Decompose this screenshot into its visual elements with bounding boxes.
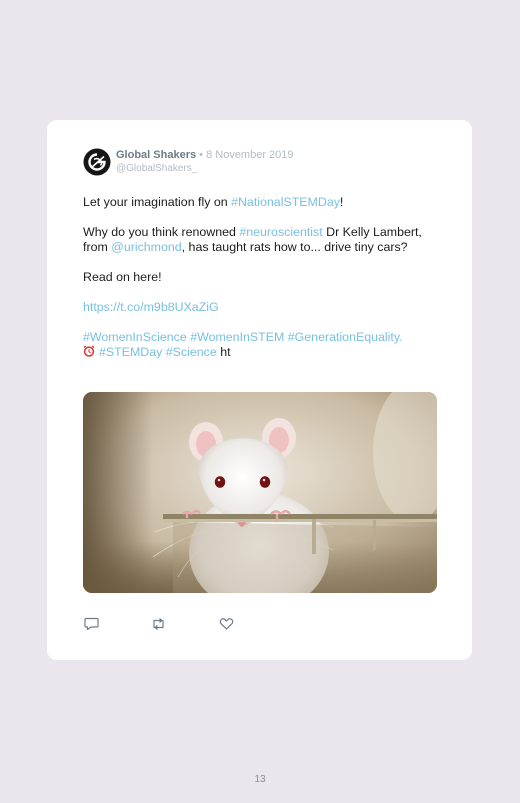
tweet-paragraph: Why do you think renowned #neuroscientis… [83, 225, 433, 255]
tweet-date[interactable]: 8 November 2019 [206, 149, 293, 161]
hashtag-links[interactable]: #STEMDay #Science [99, 345, 217, 359]
mention-link[interactable]: @urichmond [111, 240, 181, 254]
tweet-photo-rat[interactable] [83, 392, 437, 593]
tweet-actions [83, 616, 283, 632]
retweet-icon[interactable] [150, 616, 167, 632]
tweet-paragraph: Read on here! [83, 270, 162, 284]
text-span: ht [216, 345, 231, 359]
heart-icon[interactable] [218, 616, 235, 632]
url-link[interactable]: https://t.co/m9b8UXaZiG [83, 300, 219, 314]
page-number: 13 [254, 774, 266, 785]
author-name[interactable]: Global Shakers [116, 149, 196, 161]
author-handle[interactable]: @GlobalShakers_ [116, 163, 197, 174]
reply-icon[interactable] [83, 616, 100, 632]
hashtag-link[interactable]: #neuroscientist [239, 225, 322, 239]
tweet-paragraph: Let your imagination fly on #NationalSTE… [83, 195, 433, 210]
alarm-clock-icon [83, 345, 95, 357]
tweet-paragraph: #WomenInScience #WomenInSTEM #Generation… [83, 330, 433, 360]
global-shakers-logo-icon[interactable] [83, 148, 111, 176]
separator-dot: • [199, 149, 204, 161]
tweet-paragraph: https://t.co/m9b8UXaZiG [83, 300, 433, 315]
hashtag-link[interactable]: #NationalSTEMDay [231, 195, 340, 209]
tweet-card: Global Shakers • 8 November 2019 @Global… [47, 120, 472, 660]
hashtag-links[interactable]: #WomenInScience #WomenInSTEM #Generation… [83, 330, 403, 344]
tweet-header: Global Shakers • 8 November 2019 [116, 149, 294, 161]
text-span: Why do you think renowned [83, 225, 240, 239]
text-span: ! [339, 195, 344, 209]
text-span: , has taught rats how to... drive tiny c… [181, 240, 408, 254]
text-span: Let your imagination fly on [83, 195, 232, 209]
tweet-text: Let your imagination fly on #NationalSTE… [83, 195, 433, 360]
